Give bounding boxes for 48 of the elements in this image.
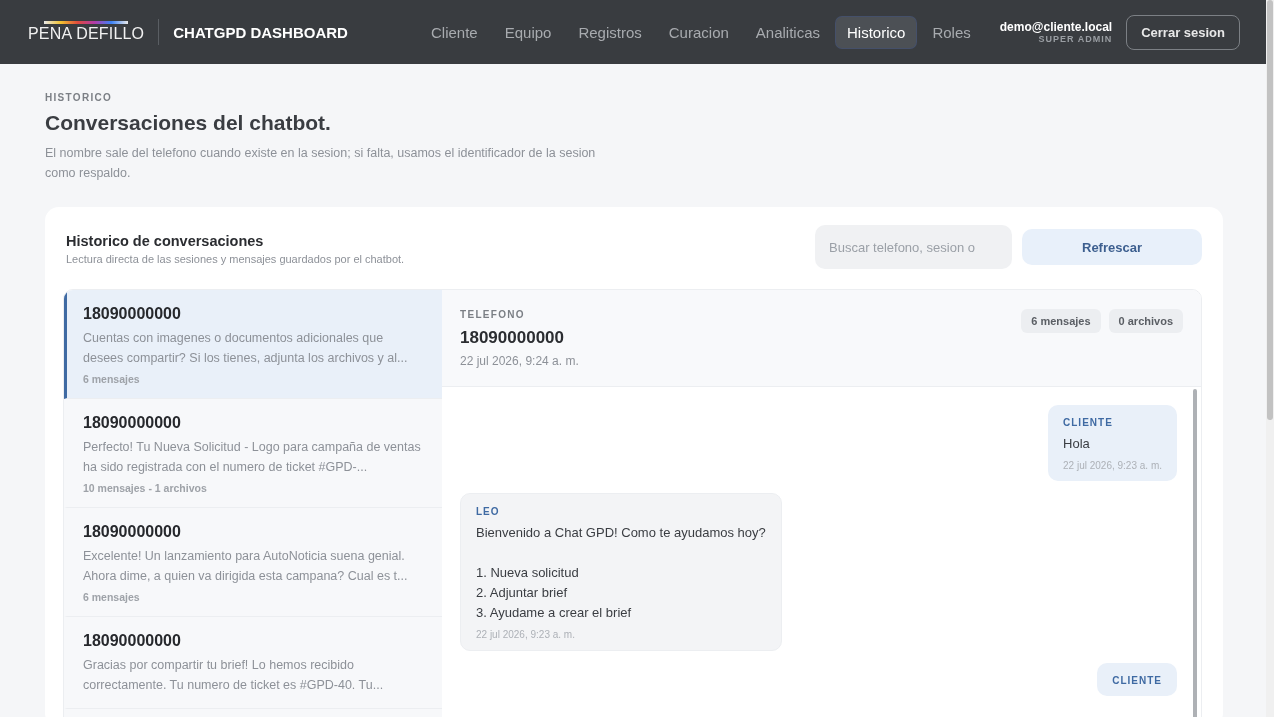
nav-tab[interactable]: Cliente — [420, 16, 489, 48]
page-description: El nombre sale del telefono cuando existe en la sesion; si falta, usamos el identificador de la sesion como respaldo. — [45, 145, 597, 182]
conversation-item[interactable]: 18090000000 Excelente! Un lanzamiento para AutoNoticia suena genial. Ahora dime, a quien va dirigida esta campana? Cual es t... 6 mensajes — [64, 508, 442, 617]
message-sender: LEO — [476, 506, 501, 517]
card-subtitle: Lectura directa de las sesiones y mensajes guardados por el chatbot. — [66, 253, 405, 265]
nav-tab[interactable]: Roles — [921, 16, 982, 48]
conversation-phone: 18090000000 — [83, 523, 182, 541]
conversation-preview: Excelente! Un lanzamiento para AutoNoticia suena genial. Ahora dime, a quien va dirigida esta campana? Cual es t... — [83, 548, 409, 585]
nav-tab[interactable]: Historico — [836, 16, 917, 48]
message-time: 22 jul 2026, 9:23 a. m. — [1063, 460, 1162, 471]
message-sender: CLIENTE — [1063, 417, 1114, 428]
conversation-meta: 10 mensajes - 1 archivos — [83, 482, 208, 494]
nav-tab[interactable]: Curacion — [657, 16, 740, 48]
user-email: demo@cliente.local — [999, 20, 1113, 34]
logo: PENA DEFILLO — [28, 21, 145, 43]
card-title: Historico de conversaciones — [66, 233, 265, 249]
conversation-meta: 6 mensajes — [83, 591, 141, 603]
conversation-preview: Gracias por compartir tu brief! Lo hemos recibido correctamente. Tu numero de ticket es #GPD-40. Tu... — [83, 657, 385, 694]
message-text: Bienvenido a Chat GPD! Como te ayudamos hoy? 1. Nueva solicitud 2. Adjuntar brief 3. Ayudame a crear el brief — [476, 524, 766, 622]
phone-label: TELEFONO — [460, 309, 526, 320]
app-title: CHATGPD DASHBOARD — [173, 23, 348, 41]
message-text: Hola — [1063, 435, 1091, 453]
logout-button[interactable]: Cerrar sesion — [1126, 14, 1240, 50]
conversation-item[interactable]: 18090000000 Cuentas con imagenes o documentos adicionales que desees compartir? Si los tienes, adjunta los archivos y al... 6 mensajes — [64, 290, 442, 399]
conversation-meta: 6 mensajes — [83, 373, 141, 385]
conversation-item[interactable]: 18090000000 Perfecto! Tu Nueva Solicitud - Logo para campaña de ventas ha sido registrada con el numero de ticket #GPD-... 10 mensajes - 1 archivos — [64, 399, 442, 508]
conversation-phone: 18090000000 — [83, 305, 182, 323]
scrollbar[interactable] — [1193, 389, 1197, 717]
message-time: 22 jul 2026, 9:23 a. m. — [476, 629, 576, 640]
session-date: 22 jul 2026, 9:24 a. m. — [460, 354, 579, 368]
conversation-preview: Perfecto! Tu Nueva Solicitud - Logo para campaña de ventas ha sido registrada con el numero de ticket #GPD-... — [83, 439, 422, 476]
nav-tab[interactable]: Equipo — [493, 16, 563, 48]
user-role: SUPER ADMIN — [1038, 34, 1113, 44]
conversation-item[interactable]: 18090000000 Gracias por compartir tu brief! Lo hemos recibido correctamente. Tu numero de ticket es #GPD-40. Tu... — [64, 617, 442, 709]
section-label: HISTORICO — [45, 92, 114, 103]
scrollbar[interactable] — [1267, 0, 1273, 420]
refresh-button[interactable]: Refrescar — [1022, 229, 1202, 265]
page-title: Conversaciones del chatbot. — [45, 111, 332, 135]
conversation-phone: 18090000000 — [83, 414, 182, 432]
nav-tab[interactable]: Registros — [567, 16, 653, 48]
search-field[interactable]: Buscar telefono, sesion o — [815, 225, 1012, 269]
message-sender: CLIENTE — [1112, 675, 1162, 686]
conversation-preview: Cuentas con imagenes o documentos adicionales que desees compartir? Si los tienes, adjunta los archivos y al... — [83, 330, 409, 367]
count-badge: 6 mensajes — [1021, 309, 1101, 333]
phone-number: 18090000000 — [460, 328, 565, 348]
nav-tab[interactable]: Analiticas — [744, 16, 831, 48]
conversation-phone: 18090000000 — [83, 632, 182, 650]
count-badge: 0 archivos — [1108, 309, 1183, 333]
